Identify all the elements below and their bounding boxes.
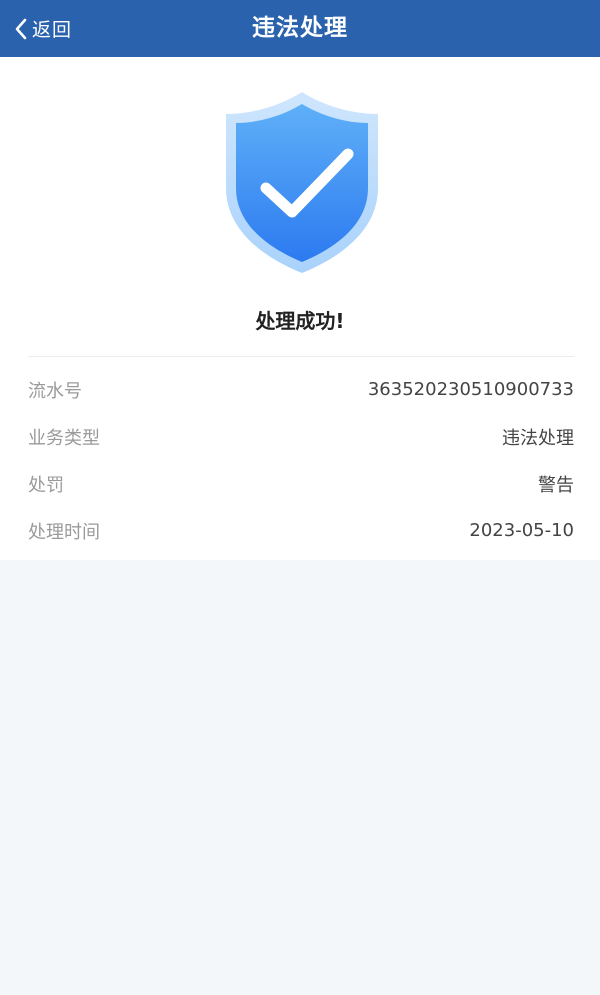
detail-list: 流水号 363520230510900733 业务类型 违法处理 处罚 警告 处… bbox=[28, 366, 574, 554]
back-label: 返回 bbox=[32, 19, 73, 41]
detail-value: 2023-05-10 bbox=[469, 520, 574, 541]
back-button[interactable]: 返回 bbox=[14, 0, 72, 57]
result-card: 处理成功! 流水号 363520230510900733 业务类型 违法处理 处… bbox=[0, 57, 600, 560]
divider bbox=[28, 356, 574, 357]
detail-value: 警告 bbox=[538, 474, 574, 496]
page-title: 违法处理 bbox=[252, 15, 348, 41]
detail-label: 处理时间 bbox=[28, 521, 100, 543]
detail-row-serial: 流水号 363520230510900733 bbox=[28, 366, 574, 413]
detail-row-process-time: 处理时间 2023-05-10 bbox=[28, 507, 574, 554]
detail-value: 违法处理 bbox=[502, 427, 574, 449]
detail-label: 流水号 bbox=[28, 380, 82, 402]
detail-row-business-type: 业务类型 违法处理 bbox=[28, 413, 574, 460]
result-title: 处理成功! bbox=[255, 309, 345, 333]
chevron-left-icon bbox=[15, 18, 27, 39]
header-bar: 返回 违法处理 bbox=[0, 0, 600, 57]
detail-value: 363520230510900733 bbox=[367, 379, 574, 400]
detail-label: 业务类型 bbox=[28, 427, 100, 449]
detail-label: 处罚 bbox=[28, 474, 64, 496]
detail-row-penalty: 处罚 警告 bbox=[28, 460, 574, 507]
shield-check-icon bbox=[222, 90, 382, 275]
